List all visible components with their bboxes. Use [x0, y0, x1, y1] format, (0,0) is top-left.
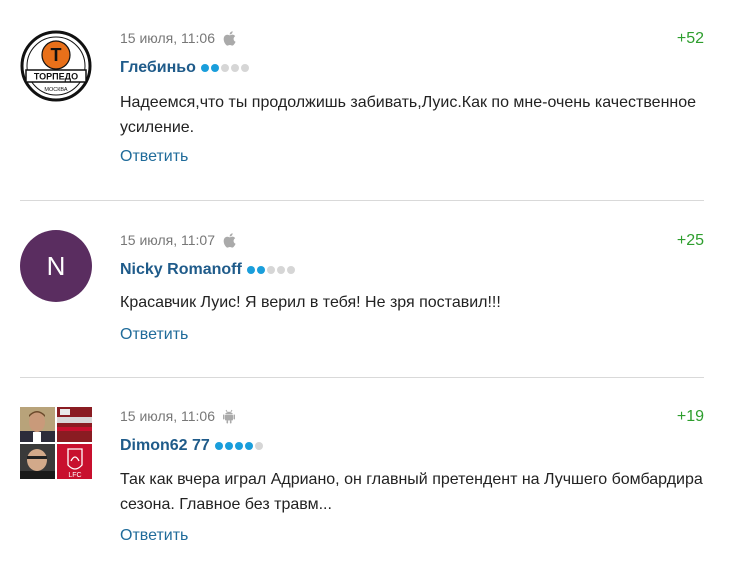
svg-text:ТОРПЕДО: ТОРПЕДО	[34, 72, 78, 82]
author-rating	[200, 64, 251, 72]
author-name-link[interactable]: Nicky Romanoff	[120, 261, 242, 279]
svg-text:LFC: LFC	[68, 472, 81, 479]
comment-author: Nicky Romanoff	[120, 260, 297, 280]
rating-dot	[266, 266, 275, 274]
comment-time: 15 июля, 11:06	[120, 30, 215, 46]
comment-item: LFC 15 июля, 11:06 +19 Dimon62 77 Так ка…	[0, 378, 730, 573]
comments-list: Т ТОРПЕДО МОСКВА 15 июля, 11:06 +52 Глеб…	[0, 0, 730, 573]
comment-author: Dimon62 77	[120, 436, 265, 456]
comment-author: Глебиньо	[120, 58, 251, 78]
user-photo-icon: LFC	[20, 407, 92, 479]
rating-dot	[276, 266, 285, 274]
rating-dot	[214, 442, 223, 450]
reply-button[interactable]: Ответить	[120, 326, 188, 344]
reply-button[interactable]: Ответить	[120, 527, 188, 545]
torpedo-logo-icon: Т ТОРПЕДО МОСКВА	[20, 30, 92, 102]
rating-dot	[224, 442, 233, 450]
comment-text: Так как вчера играл Адриано, он главный …	[120, 471, 703, 513]
comment-item: Т ТОРПЕДО МОСКВА 15 июля, 11:06 +52 Глеб…	[0, 0, 730, 200]
avatar-photo-collage[interactable]: LFC	[20, 407, 92, 479]
author-rating	[214, 442, 265, 450]
comment-score: +25	[676, 232, 704, 249]
rating-dot	[200, 64, 209, 72]
rating-dot	[234, 442, 243, 450]
svg-text:МОСКВА: МОСКВА	[44, 87, 68, 93]
rating-dot	[220, 64, 229, 72]
rating-dot	[240, 64, 249, 72]
comment-item: N 15 июля, 11:07 +25 Nicky Romanoff Крас…	[0, 201, 730, 377]
avatar-initial[interactable]: N	[20, 230, 92, 302]
avatar-torpedo-logo[interactable]: Т ТОРПЕДО МОСКВА	[20, 30, 92, 102]
rating-dot	[230, 64, 239, 72]
rating-dot	[246, 266, 255, 274]
comment-meta: 15 июля, 11:07	[120, 231, 236, 249]
comment-score: +19	[676, 408, 704, 425]
comment-meta: 15 июля, 11:06	[120, 29, 236, 47]
comment-time: 15 июля, 11:07	[120, 232, 215, 248]
rating-dot	[254, 442, 263, 450]
android-icon	[223, 409, 235, 424]
rating-dot	[210, 64, 219, 72]
reply-button[interactable]: Ответить	[120, 148, 188, 166]
avatar-letter: N	[46, 251, 66, 281]
author-name-link[interactable]: Глебиньо	[120, 59, 196, 77]
comment-text: Красавчик Луис! Я верил в тебя! Не зря п…	[120, 294, 501, 311]
rating-dot	[256, 266, 265, 274]
rating-dot	[244, 442, 253, 450]
comment-meta: 15 июля, 11:06	[120, 407, 235, 425]
apple-icon	[223, 30, 236, 46]
author-rating	[246, 266, 297, 274]
author-name-link[interactable]: Dimon62 77	[120, 437, 210, 455]
apple-icon	[223, 232, 236, 248]
comment-score: +52	[676, 30, 704, 47]
comment-text: Надеемся,что ты продолжишь забивать,Луис…	[120, 94, 697, 136]
svg-text:Т: Т	[51, 45, 62, 65]
comment-time: 15 июля, 11:06	[120, 408, 215, 424]
rating-dot	[286, 266, 295, 274]
